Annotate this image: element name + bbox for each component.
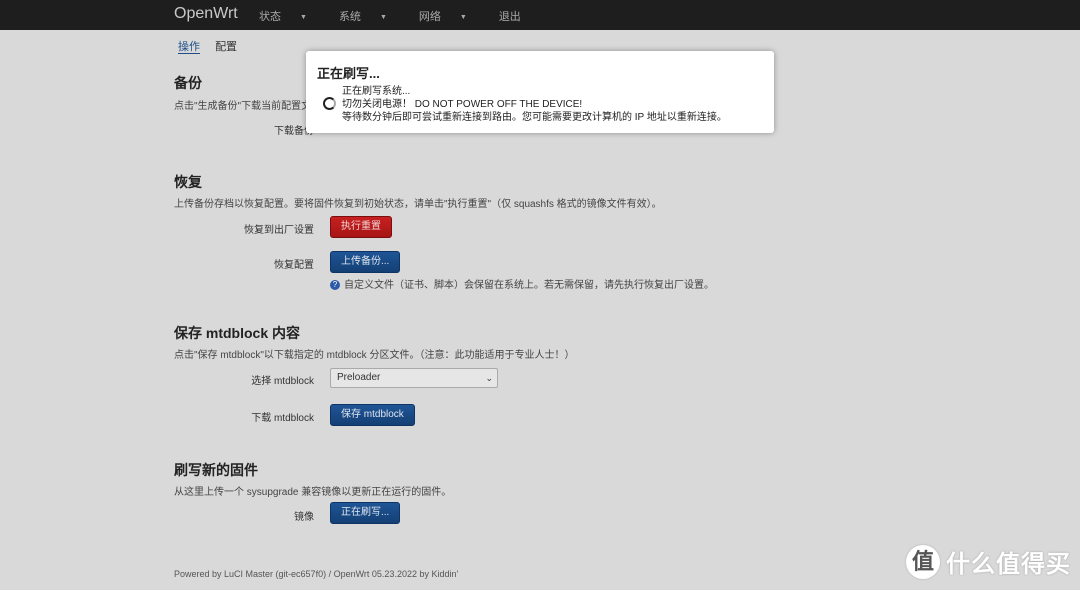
tab-actions[interactable]: 操作	[178, 41, 200, 54]
modal-line-1: 正在刷写系统...	[342, 86, 411, 97]
main-menu: 状态 ▼ 系统 ▼ 网络 ▼ 退出	[259, 8, 537, 24]
top-navbar: OpenWrt 状态 ▼ 系统 ▼ 网络 ▼ 退出	[0, 0, 1080, 30]
flash-title: 刷写新的固件	[174, 462, 258, 478]
backup-download-label: 下载备份	[274, 126, 314, 137]
restore-title: 恢复	[174, 174, 202, 190]
watermark-logo-icon: 值	[906, 544, 940, 579]
brand-logo[interactable]: OpenWrt	[174, 5, 238, 23]
caret-down-icon: ▼	[459, 13, 467, 21]
restore-desc: 上传备份存档以恢复配置。要将固件恢复到初始状态，请单击"执行重置"（仅 squa…	[174, 199, 662, 210]
mtd-title: 保存 mtdblock 内容	[174, 325, 301, 341]
chevron-down-icon: ⌄	[485, 373, 493, 383]
flashing-modal: 正在刷写... 正在刷写系统... 切勿关闭电源！ DO NOT POWER O…	[306, 51, 774, 133]
mtd-desc: 点击"保存 mtdblock"以下载指定的 mtdblock 分区文件。（注意：…	[174, 350, 575, 361]
flash-image-button[interactable]: 正在刷写...	[330, 502, 401, 524]
backup-title: 备份	[174, 75, 202, 91]
save-mtdblock-button[interactable]: 保存 mtdblock	[330, 404, 415, 426]
restore-config-label: 恢复配置	[274, 260, 314, 271]
tab-config[interactable]: 配置	[215, 41, 237, 53]
info-icon: ?	[330, 280, 340, 291]
watermark: 值 什么值得买	[906, 544, 1071, 579]
modal-body: 正在刷写系统... 切勿关闭电源！ DO NOT POWER OFF THE D…	[342, 85, 727, 124]
caret-down-icon: ▼	[300, 13, 307, 21]
spinner-icon	[323, 97, 336, 110]
footer: Powered by LuCI Master (git-ec657f0) / O…	[174, 569, 459, 579]
caret-down-icon: ▼	[379, 13, 387, 21]
mtd-select[interactable]: Preloader ⌄	[330, 368, 498, 388]
restore-hint: ? 自定义文件（证书、脚本）会保留在系统上。若无需保留，请先执行恢复出厂设置。	[330, 276, 714, 291]
backup-desc: 点击"生成备份"下载当前配置文	[174, 101, 312, 112]
menu-network[interactable]: 网络 ▼	[419, 8, 483, 24]
factory-reset-label: 恢复到出厂设置	[244, 225, 314, 236]
flash-desc: 从这里上传一个 sysupgrade 兼容镜像以更新正在运行的固件。	[174, 487, 452, 498]
factory-reset-button[interactable]: 执行重置	[330, 216, 392, 238]
menu-logout[interactable]: 退出	[499, 8, 521, 24]
menu-system[interactable]: 系统 ▼	[339, 8, 403, 24]
mtd-download-label: 下载 mtdblock	[251, 413, 314, 424]
menu-status[interactable]: 状态 ▼	[259, 8, 323, 24]
modal-line-3: 等待数分钟后即可尝试重新连接到路由。您可能需要更改计算机的 IP 地址以重新连接…	[342, 112, 727, 123]
modal-line-2: 切勿关闭电源！ DO NOT POWER OFF THE DEVICE!	[342, 99, 583, 110]
mtd-select-label: 选择 mtdblock	[251, 376, 314, 387]
sub-tabs: 操作 配置	[178, 38, 249, 54]
modal-title: 正在刷写...	[317, 66, 380, 81]
watermark-text: 什么值得买	[946, 551, 1071, 578]
flash-image-label: 镜像	[294, 512, 314, 523]
upload-backup-button[interactable]: 上传备份...	[330, 251, 401, 273]
